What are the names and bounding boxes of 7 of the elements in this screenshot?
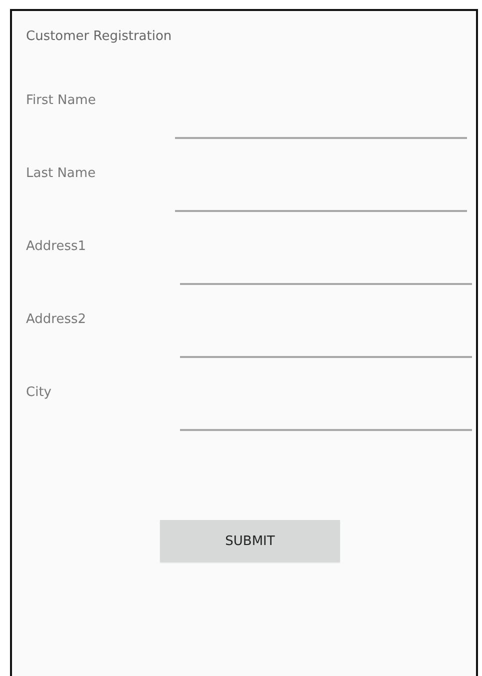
field-label: Address2 xyxy=(26,312,86,328)
field-label: City xyxy=(26,385,52,401)
field-label: Address1 xyxy=(26,239,86,255)
form-title: Customer Registration xyxy=(26,28,173,45)
submit-button[interactable]: SUBMIT xyxy=(160,520,340,562)
field-label: Last Name xyxy=(26,166,96,182)
field-label: First Name xyxy=(26,93,96,109)
